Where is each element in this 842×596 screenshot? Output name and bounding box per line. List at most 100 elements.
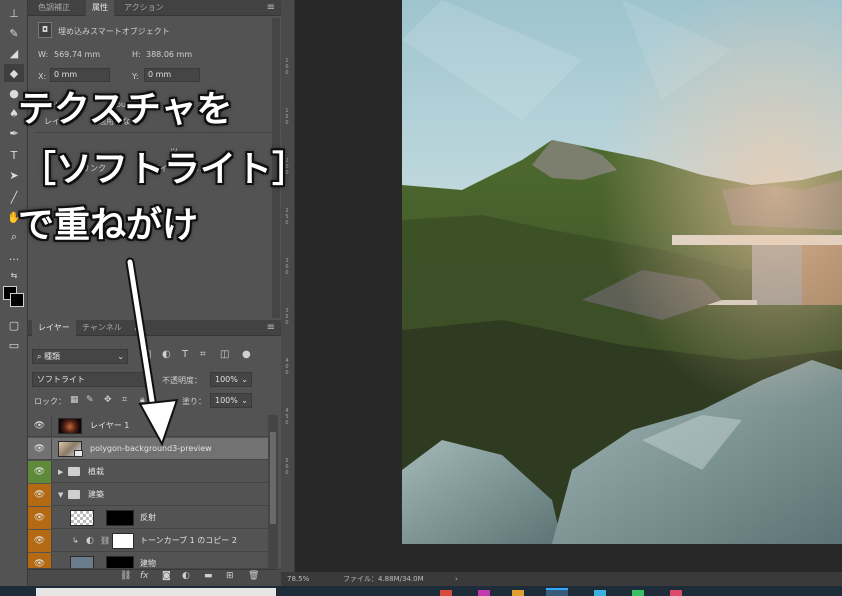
chevron-right-icon[interactable]: ▶ [58,461,63,483]
new-layer-icon[interactable]: ⊞ [226,571,234,581]
layer-row[interactable]: 👁︎ レイヤー 1 [28,415,268,437]
ruler-tick-label: 0 [285,220,289,226]
landscape-image [402,0,842,544]
tab-adjustments[interactable]: 色調補正 [32,0,76,16]
properties-tabbar: 色調補正 属性 アクション ≡ [28,0,281,16]
link-layers-icon[interactable]: ⛓︎ [120,571,131,581]
add-mask-icon[interactable]: ◙ [162,571,171,581]
layer-row[interactable]: 👁︎ 建物 [28,553,268,569]
eye-icon[interactable]: 👁︎ [28,415,52,437]
ruler-tick-label: 0 [285,270,289,276]
eye-icon[interactable]: 👁︎ [28,530,52,552]
layer-name[interactable]: 反射 [140,507,156,529]
layer-row[interactable]: 👁︎ polygon-background3-preview [28,438,268,460]
layers-tabbar: レイヤー チャンネル パ ≡ [28,320,281,336]
tab-properties[interactable]: 属性 [86,0,114,16]
filter-pixel-icon[interactable]: ▣ [142,349,151,360]
layer-name[interactable]: 建築 [88,484,104,506]
width-value[interactable]: 569.74 mm [54,50,100,59]
tab-paths[interactable]: パ [128,320,148,336]
file-info[interactable]: ファイル：4.88M/34.0M [343,572,424,586]
layer-name[interactable]: トーンカーブ 1 のコピー 2 [140,530,237,552]
fill-label: 塗り： [182,397,206,406]
annotation-line-2: ［ソフトライト］ [20,149,309,190]
layers-scrollbar-thumb[interactable] [270,432,276,524]
history-brush-icon[interactable]: ✎ [4,24,24,42]
taskbar-app-icon[interactable] [478,590,490,596]
ruler-tick-label: 0 [285,420,289,426]
tab-actions[interactable]: アクション [118,0,170,16]
divider [34,132,272,133]
canvas-area[interactable] [295,0,842,572]
curves-adjustment-icon: ◐ [86,536,94,546]
chevron-right-icon[interactable]: › [455,572,458,586]
eye-icon[interactable]: 👁︎ [28,507,52,529]
background-color-swatch[interactable] [10,293,24,307]
mask-thumbnail [106,510,134,526]
ruler-tick-label: 0 [285,70,289,76]
quick-mask-icon[interactable]: ▢ [4,316,24,334]
opacity-value: 100% [215,375,238,384]
layers-menu-icon[interactable]: ≡ [267,320,275,336]
taskbar-app-icon[interactable] [632,590,644,596]
chevron-down-icon[interactable]: ▼ [58,484,63,506]
taskbar-photoshop-icon[interactable] [546,588,568,596]
swap-colors-icon[interactable]: ⇆ [4,266,24,284]
lock-position-icon[interactable]: ✥ [104,395,112,405]
eye-icon[interactable]: 👁︎ [28,438,52,460]
eye-icon[interactable]: 👁︎ [28,484,52,506]
filter-toggle-icon[interactable]: ● [242,349,251,360]
filter-smartobject-icon[interactable]: ◫ [220,349,229,360]
taskbar-app-icon[interactable] [594,590,606,596]
eye-icon[interactable]: 👁︎ [28,553,52,568]
layer-row[interactable]: 👁︎ ▶ 植栽 [28,461,268,483]
object-type-label: 埋め込みスマートオブジェクト [58,27,170,36]
ruler-tick-label: 0 [285,320,289,326]
taskbar-search-box[interactable] [36,588,276,596]
filter-adjustment-icon[interactable]: ◐ [162,349,171,360]
layer-row[interactable]: 👁︎ 反射 [28,507,268,529]
new-group-icon[interactable]: ▬ [204,571,213,581]
layer-filter-select[interactable]: ⌕ 種類 ⌄ [32,349,128,364]
chevron-down-icon: ⌄ [241,375,248,384]
layer-name[interactable]: 植栽 [88,461,104,483]
lock-transparency-icon[interactable]: ▦ [70,395,79,405]
filter-shape-icon[interactable]: ⌗ [200,349,206,360]
filter-type-icon[interactable]: T [182,349,188,360]
blend-mode-value: ソフトライト [37,375,85,384]
ruler-tick-label: 0 [285,370,289,376]
layer-name[interactable]: レイヤー 1 [90,415,129,437]
screen-mode-icon[interactable]: ▭ [4,336,24,354]
layer-row[interactable]: 👁︎ ▼ 建築 [28,484,268,506]
smart-object-icon: ◘ [38,22,52,38]
blend-mode-select[interactable]: ソフトライト [32,372,152,387]
panel-menu-icon[interactable]: ≡ [267,0,275,16]
folder-icon [68,490,80,499]
fill-field[interactable]: 100% ⌄ [210,393,252,408]
document-artwork[interactable] [402,0,842,544]
fx-icon[interactable]: fx [140,571,149,581]
taskbar-app-icon[interactable] [670,590,682,596]
taskbar-app-icon[interactable] [512,590,524,596]
taskbar-app-icon[interactable] [440,590,452,596]
lock-all-icon[interactable]: 🔒︎ [140,395,145,405]
layer-name[interactable]: 建物 [140,553,156,568]
layer-name[interactable]: polygon-background3-preview [90,438,212,460]
stamp-tool-icon[interactable]: ⊥ [4,4,24,22]
annotation-line-1: テクスチャを [18,89,233,130]
eraser-icon[interactable]: ◢ [4,44,24,62]
tab-channels[interactable]: チャンネル [76,320,128,336]
lock-artboard-icon[interactable]: ⌗ [122,395,127,405]
lock-image-icon[interactable]: ✎ [86,395,94,405]
eye-icon[interactable]: 👁︎ [28,461,52,483]
new-adjustment-icon[interactable]: ◐ [182,571,190,581]
search-icon: ⌕ [37,352,45,361]
height-value[interactable]: 388.06 mm [146,50,192,59]
layer-thumbnail [70,510,94,526]
zoom-level[interactable]: 78.5% [287,572,309,586]
trash-icon[interactable]: 🗑︎ [248,571,259,581]
tab-layers[interactable]: レイヤー [32,320,76,336]
status-bar: 78.5% ファイル：4.88M/34.0M › [281,572,842,586]
layer-row[interactable]: 👁︎ ↳ ◐ ⛓︎ トーンカーブ 1 のコピー 2 [28,530,268,552]
opacity-field[interactable]: 100% ⌄ [210,372,252,387]
